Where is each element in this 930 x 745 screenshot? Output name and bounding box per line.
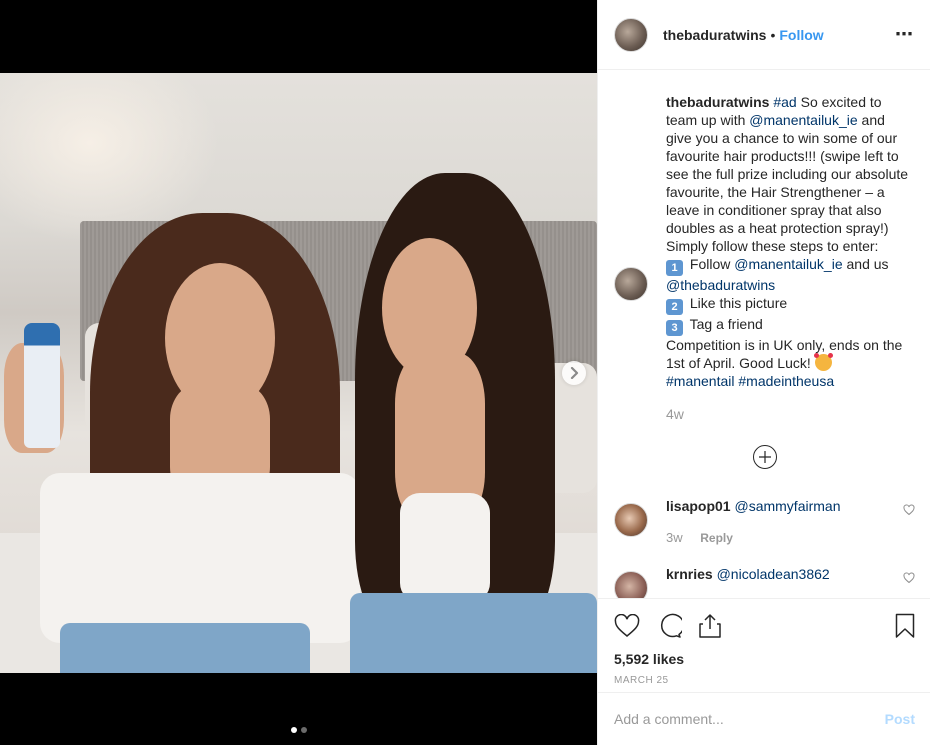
- comment-meta: 3w Reply: [666, 529, 841, 547]
- post-header: thebaduratwins • Follow ⋯: [598, 0, 930, 70]
- add-comment-bar: Post: [598, 692, 930, 745]
- mention-link[interactable]: @sammyfairman: [734, 498, 840, 514]
- load-more-comments[interactable]: [614, 445, 915, 469]
- plus-circle-icon[interactable]: [752, 445, 777, 469]
- header-separator: •: [770, 26, 776, 43]
- mention-link[interactable]: @manentailuk_ie: [749, 112, 857, 128]
- keycap-2-icon: 2: [666, 299, 683, 315]
- carousel-next-button[interactable]: [562, 361, 586, 385]
- post-side-panel: thebaduratwins • Follow ⋯ thebaduratwins…: [597, 0, 930, 745]
- add-comment-input[interactable]: [614, 711, 885, 727]
- carousel-dot-active: [290, 727, 297, 733]
- caption-timestamp[interactable]: 4w: [666, 405, 910, 423]
- smiling-face-with-hearts-icon: [813, 353, 833, 371]
- mention-link[interactable]: @manentailuk_ie: [734, 256, 842, 272]
- hashtag-link[interactable]: #manentail: [666, 373, 735, 389]
- author-username[interactable]: thebaduratwins: [663, 27, 766, 43]
- commenter-avatar[interactable]: [614, 571, 648, 598]
- like-heart-icon[interactable]: [614, 614, 640, 638]
- hashtag-link[interactable]: #ad: [773, 94, 796, 110]
- like-comment-heart-icon[interactable]: [903, 571, 915, 589]
- more-options-icon[interactable]: ⋯: [895, 24, 914, 45]
- comment-timestamp[interactable]: 3w: [666, 530, 683, 545]
- post-photo[interactable]: [0, 73, 597, 673]
- comment-item: krnries @nicoladean3862: [614, 565, 915, 598]
- caption-step-text: Tag a friend: [686, 316, 763, 332]
- keycap-1-icon: 1: [666, 260, 683, 276]
- share-icon[interactable]: [698, 613, 722, 639]
- commenter-avatar[interactable]: [614, 503, 648, 537]
- chevron-right-icon: [570, 367, 579, 379]
- bookmark-save-icon[interactable]: [895, 613, 915, 639]
- caption-step-text: Like this picture: [686, 295, 788, 311]
- comment-item: lisapop01 @sammyfairman 3w Reply: [614, 497, 915, 547]
- keycap-3-icon: 3: [666, 320, 683, 336]
- commenter-username[interactable]: krnries: [666, 566, 713, 582]
- photo-jeans-left: [60, 623, 310, 673]
- caption-author-avatar[interactable]: [614, 267, 648, 301]
- like-comment-heart-icon[interactable]: [903, 503, 915, 521]
- hashtag-link[interactable]: #madeintheusa: [738, 373, 834, 389]
- comments-list[interactable]: thebaduratwins #ad So excited to team up…: [598, 71, 930, 598]
- photo-top-right: [400, 493, 490, 603]
- likes-count[interactable]: 5,592 likes: [614, 651, 915, 667]
- post-comment-button[interactable]: Post: [885, 711, 915, 727]
- photo-jeans-right: [350, 593, 597, 673]
- comment-bubble-icon[interactable]: [656, 613, 682, 639]
- action-icons: [614, 599, 915, 649]
- photo-top-left: [40, 473, 360, 643]
- carousel-dot: [300, 727, 307, 733]
- carousel-indicator: [0, 727, 597, 733]
- commenter-username[interactable]: lisapop01: [666, 498, 731, 514]
- post-caption: thebaduratwins #ad So excited to team up…: [614, 71, 915, 423]
- caption-step-text: Follow: [686, 256, 735, 272]
- author-avatar[interactable]: [614, 17, 648, 52]
- caption-body: thebaduratwins #ad So excited to team up…: [666, 93, 910, 423]
- caption-step-text: and us: [842, 256, 889, 272]
- caption-steps-intro: Simply follow these steps to enter:: [666, 238, 879, 254]
- follow-button[interactable]: Follow: [779, 27, 823, 43]
- comment-body: lisapop01 @sammyfairman 3w Reply: [666, 497, 841, 547]
- caption-username[interactable]: thebaduratwins: [666, 94, 769, 110]
- post-actions: 5,592 likes MARCH 25: [598, 598, 930, 692]
- post-date: MARCH 25: [614, 675, 669, 686]
- media-panel: [0, 0, 597, 745]
- mention-link[interactable]: @thebaduratwins: [666, 277, 775, 293]
- reply-button[interactable]: Reply: [700, 531, 733, 545]
- caption-text: and give you a chance to win some of our…: [666, 112, 909, 236]
- caption-closing: Competition is in UK only, ends on the 1…: [666, 337, 903, 371]
- comment-body: krnries @nicoladean3862: [666, 565, 830, 598]
- photo-spray-bottle: [24, 323, 60, 448]
- mention-link[interactable]: @nicoladean3862: [717, 566, 830, 582]
- plus-icon: [758, 451, 771, 463]
